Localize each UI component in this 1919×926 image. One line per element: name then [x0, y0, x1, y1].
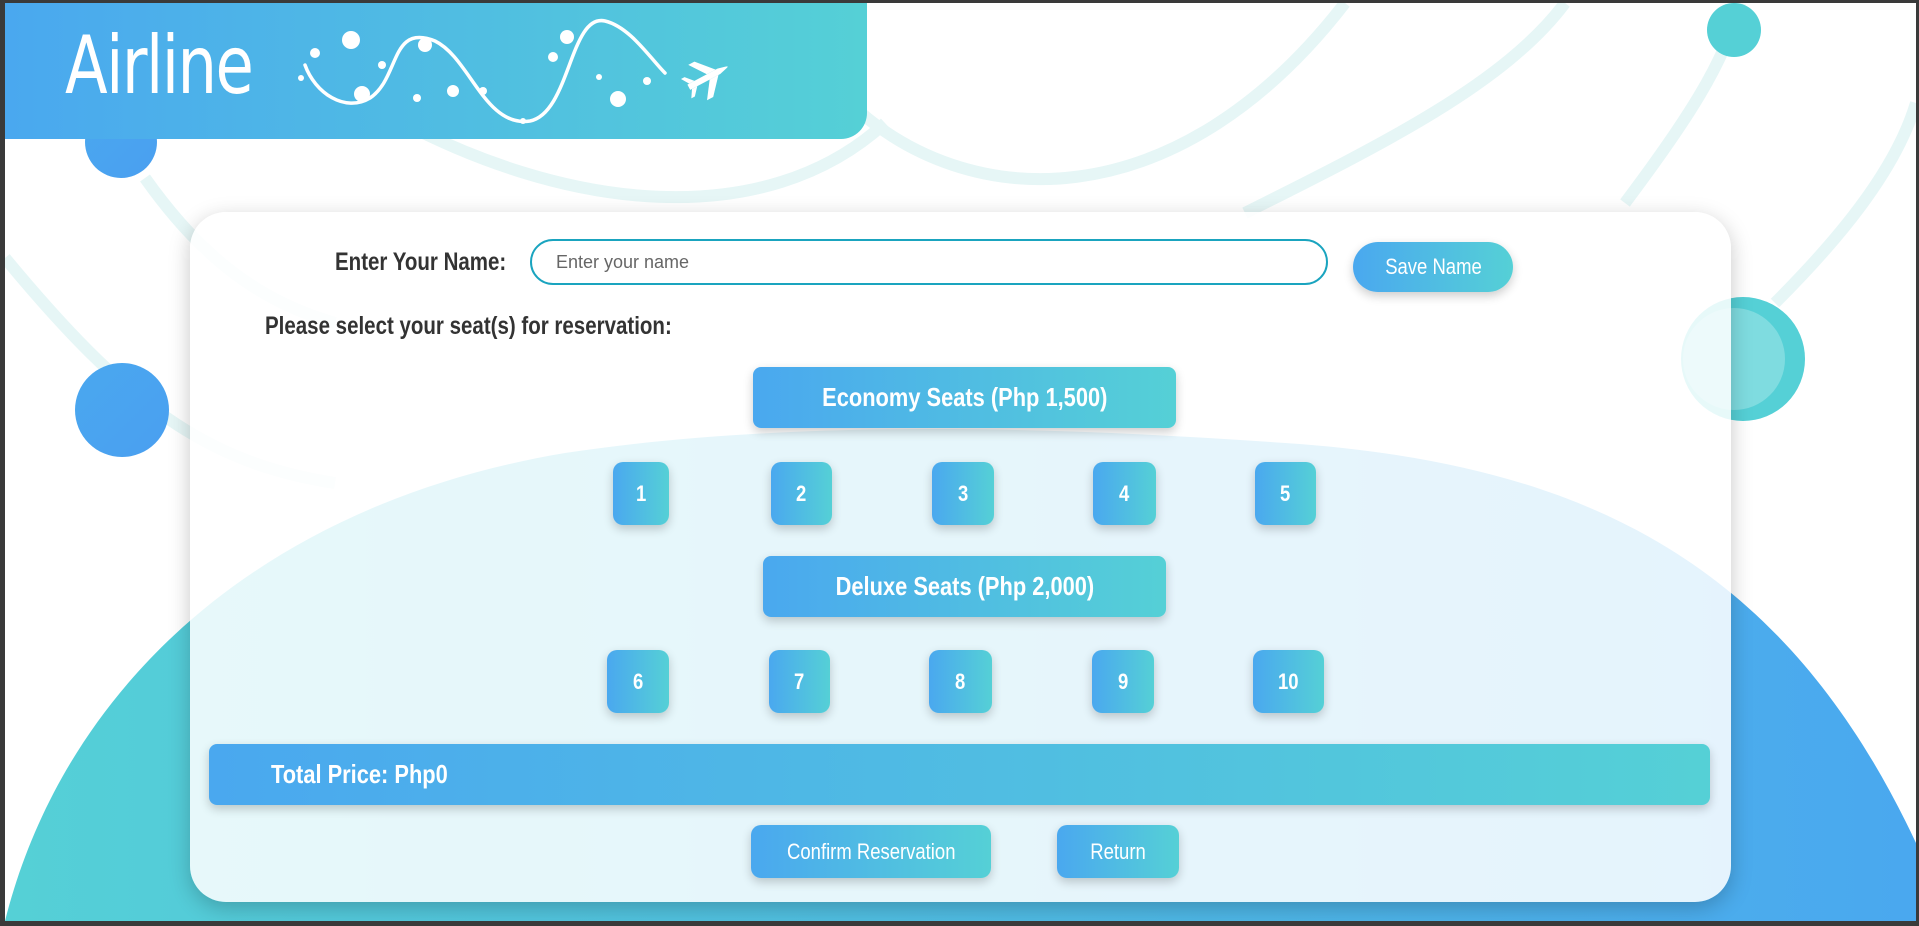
- page-viewport: Airline Enter Your Name: Enter your name…: [5, 3, 1916, 921]
- name-input[interactable]: [530, 239, 1328, 285]
- seat-9-button[interactable]: 9: [1092, 650, 1154, 713]
- airplane-icon: [680, 61, 728, 101]
- seat-select-prompt: Please select your seat(s) for reservati…: [265, 312, 672, 340]
- seat-3-button[interactable]: 3: [932, 462, 994, 525]
- app-header: Airline: [5, 3, 867, 139]
- seat-6-button[interactable]: 6: [607, 650, 669, 713]
- name-label: Enter Your Name:: [335, 248, 507, 276]
- deluxe-section-header: Deluxe Seats (Php 2,000): [763, 556, 1166, 617]
- seat-4-button[interactable]: 4: [1093, 462, 1156, 525]
- return-button[interactable]: Return: [1057, 825, 1179, 878]
- wave-dots-decoration: [298, 19, 728, 124]
- confirm-reservation-button[interactable]: Confirm Reservation: [751, 825, 991, 878]
- seat-5-button[interactable]: 5: [1255, 462, 1316, 525]
- seat-10-button[interactable]: 10: [1253, 650, 1324, 713]
- total-price-bar: Total Price: Php0: [209, 744, 1710, 805]
- reservation-card: Enter Your Name: Save Name Please select…: [190, 212, 1731, 902]
- logo-text: Airline: [65, 19, 254, 112]
- seat-7-button[interactable]: 7: [769, 650, 830, 713]
- seat-2-button[interactable]: 2: [771, 462, 832, 525]
- seat-8-button[interactable]: 8: [929, 650, 992, 713]
- seat-1-button[interactable]: 1: [613, 462, 669, 525]
- save-name-button[interactable]: Save Name: [1353, 242, 1513, 292]
- economy-section-header: Economy Seats (Php 1,500): [753, 367, 1176, 428]
- total-price-label: Total Price: Php0: [271, 759, 448, 789]
